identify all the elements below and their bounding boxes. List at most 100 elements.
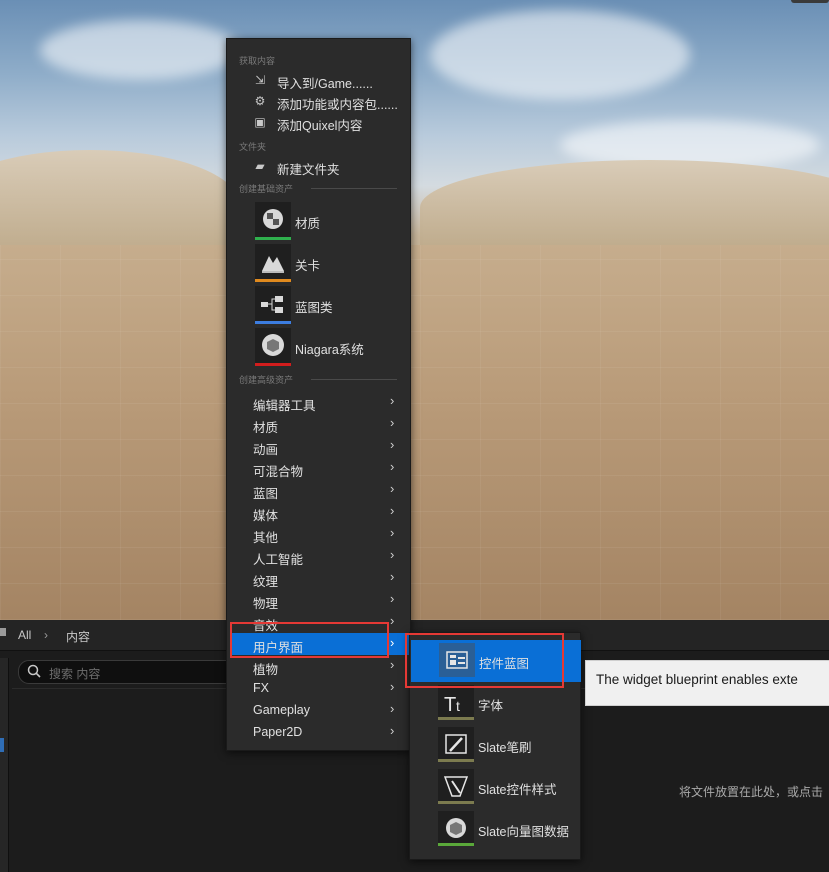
menu-item-material[interactable]: 材质 (227, 201, 410, 241)
menu-item-label: 材质 (295, 217, 321, 231)
submenu-paper2d[interactable]: Paper2D › (227, 721, 410, 743)
menu-item-blueprint-class[interactable]: 蓝图类 (227, 285, 410, 325)
chevron-right-icon: › (390, 547, 395, 562)
menu-item-add-feature-pack[interactable]: ⚙ 添加功能或内容包...... (227, 91, 410, 112)
chevron-right-icon: › (390, 393, 395, 408)
section-header-folder: 文件夹 (239, 142, 267, 152)
submenu-media[interactable]: 媒体 › (227, 501, 410, 523)
chevron-right-icon: › (390, 459, 395, 474)
submenu-editor-utilities[interactable]: 编辑器工具 › (227, 391, 410, 413)
chevron-right-icon: › (390, 679, 395, 694)
slate-brush-icon (438, 727, 474, 761)
highlight-box (405, 633, 564, 688)
submenu-miscellaneous[interactable]: 其他 › (227, 523, 410, 545)
material-icon (255, 202, 291, 238)
selection-marker (0, 738, 4, 752)
chevron-right-icon: › (390, 503, 395, 518)
level-viewport[interactable] (0, 0, 829, 620)
menu-item-label: 材质 (253, 421, 279, 435)
submenu-fx[interactable]: FX › (227, 677, 410, 699)
svg-text:T: T (444, 694, 456, 716)
font-icon: Tt (438, 685, 474, 719)
section-header-get-content: 获取内容 (239, 56, 276, 66)
menu-item-label: 字体 (478, 699, 504, 713)
submenu-artificial-intelligence[interactable]: 人工智能 › (227, 545, 410, 567)
menu-item-label: 物理 (253, 597, 279, 611)
highlight-box (230, 622, 389, 658)
menu-item-label: 新建文件夹 (277, 163, 340, 177)
chevron-right-icon: › (390, 525, 395, 540)
asset-color-bar (438, 801, 474, 804)
slate-widget-style-icon (438, 769, 474, 803)
chevron-right-icon: › (390, 635, 395, 650)
chevron-right-icon: › (390, 481, 395, 496)
asset-color-bar (255, 363, 291, 366)
submenu-blendables[interactable]: 可混合物 › (227, 457, 410, 479)
menu-item-label: 其他 (253, 531, 279, 545)
chevron-right-icon: › (390, 701, 395, 716)
menu-item-import[interactable]: ⇲ 导入到/Game...... (227, 70, 410, 91)
level-icon (255, 244, 291, 280)
menu-item-label: 添加功能或内容包...... (277, 98, 398, 112)
menu-item-label: FX (253, 681, 269, 695)
menu-item-label: 添加Quixel内容 (277, 119, 363, 133)
menu-item-label: 植物 (253, 663, 279, 677)
menu-item-label: 媒体 (253, 509, 279, 523)
checkered-floor (0, 245, 829, 620)
cloud (40, 20, 240, 80)
chevron-right-icon: › (390, 591, 395, 606)
menu-item-niagara-system[interactable]: Niagara系统 (227, 327, 410, 367)
add-feature-pack-icon: ⚙ (254, 94, 266, 108)
dune (420, 160, 829, 255)
submenu-blueprint[interactable]: 蓝图 › (227, 479, 410, 501)
menu-item-label: Slate笔刷 (478, 741, 532, 755)
folder-icon (0, 628, 6, 636)
blueprint-class-icon (255, 286, 291, 322)
chevron-right-icon: › (390, 569, 395, 584)
chevron-right-icon: › (44, 628, 48, 642)
menu-item-label: 纹理 (253, 575, 279, 589)
asset-color-bar (255, 321, 291, 324)
asset-color-bar (438, 759, 474, 762)
section-header-advanced-assets: 创建高级资产 (239, 375, 294, 385)
quixel-icon: ▣ (254, 115, 266, 129)
submenu-gameplay[interactable]: Gameplay › (227, 699, 410, 721)
menu-item-label: 人工智能 (253, 553, 304, 567)
chevron-right-icon: › (390, 723, 395, 738)
menu-item-font[interactable]: Tt 字体 (410, 682, 580, 724)
menu-item-slate-brush[interactable]: Slate笔刷 (410, 724, 580, 766)
breadcrumb-all[interactable]: All (18, 628, 31, 642)
divider (311, 188, 397, 189)
search-input[interactable]: 搜索 内容 (18, 660, 240, 684)
svg-text:t: t (456, 698, 460, 714)
search-icon (27, 664, 41, 678)
menu-item-label: Niagara系统 (295, 343, 364, 357)
submenu-material[interactable]: 材质 › (227, 413, 410, 435)
tooltip-text: The widget blueprint enables exte (596, 672, 798, 687)
menu-item-label: 编辑器工具 (253, 399, 316, 413)
menu-item-label: 动画 (253, 443, 279, 457)
submenu-texture[interactable]: 纹理 › (227, 567, 410, 589)
breadcrumb-content[interactable]: 内容 (66, 628, 90, 645)
submenu-foliage[interactable]: 植物 › (227, 655, 410, 677)
menu-item-new-folder[interactable]: ▰ 新建文件夹 (227, 156, 410, 177)
section-header-basic-assets: 创建基础资产 (239, 184, 294, 194)
tooltip: The widget blueprint enables exte (585, 660, 829, 706)
menu-item-label: 关卡 (295, 259, 321, 273)
niagara-system-icon (255, 328, 291, 364)
dune (0, 150, 240, 260)
menu-item-slate-widget-style[interactable]: Slate控件样式 (410, 766, 580, 808)
sources-panel-collapsed[interactable] (0, 658, 9, 872)
menu-item-slate-vector-art[interactable]: Slate向量图数据 (410, 808, 580, 850)
search-placeholder: 搜索 内容 (49, 667, 101, 681)
menu-item-label: Paper2D (253, 725, 303, 739)
menu-item-add-quixel[interactable]: ▣ 添加Quixel内容 (227, 112, 410, 133)
menu-item-label: Slate控件样式 (478, 783, 557, 797)
asset-color-bar (255, 237, 291, 240)
chevron-right-icon: › (390, 657, 395, 672)
menu-item-level[interactable]: 关卡 (227, 243, 410, 283)
submenu-animation[interactable]: 动画 › (227, 435, 410, 457)
menu-item-label: 可混合物 (253, 465, 304, 479)
slate-vector-art-icon (438, 811, 474, 845)
submenu-physics[interactable]: 物理 › (227, 589, 410, 611)
